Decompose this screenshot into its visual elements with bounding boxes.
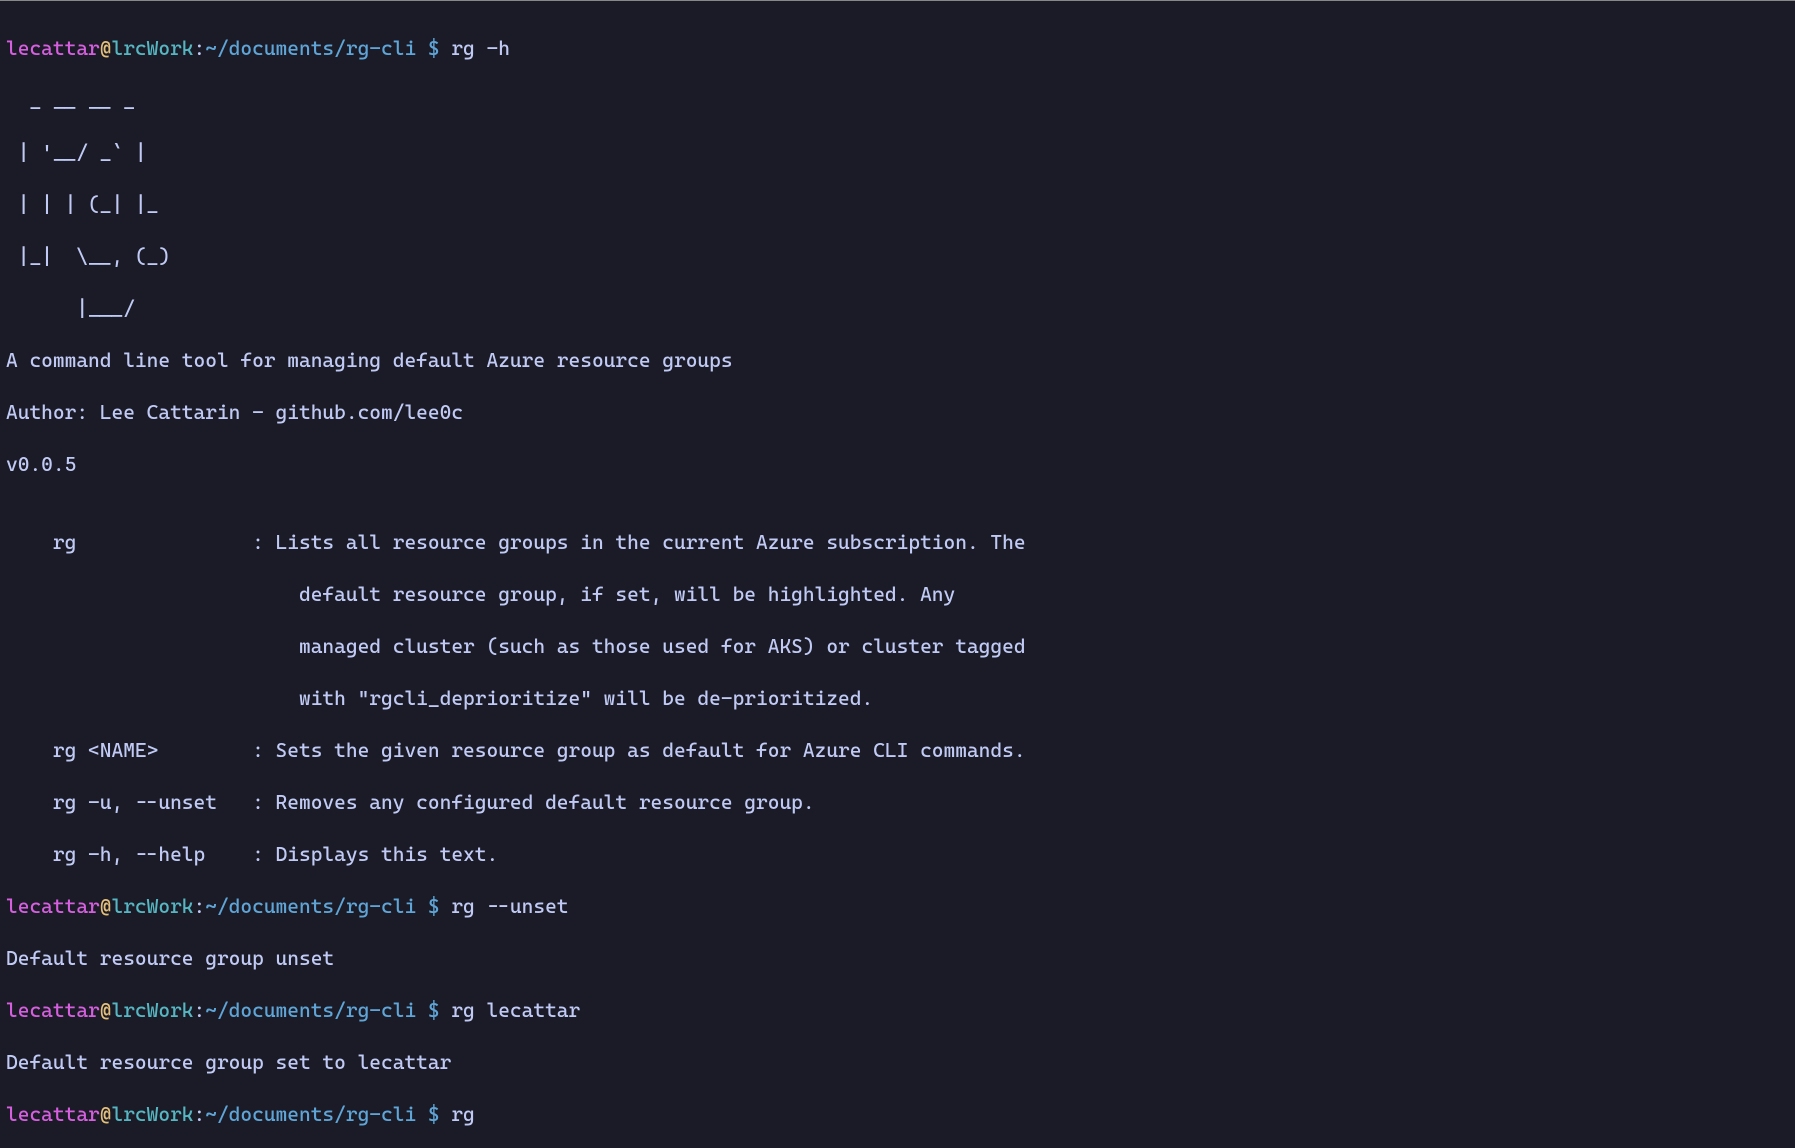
prompt-path: ~/documents/rg-cli <box>205 36 416 60</box>
command-rg-list: rg <box>451 1102 474 1126</box>
help-usage-line: rg <NAME> : Sets the given resource grou… <box>6 737 1789 763</box>
ascii-art-line: | | | (_| |_ <box>6 191 1789 217</box>
help-author: Author: Lee Cattarin - github.com/lee0c <box>6 399 1789 425</box>
output-set: Default resource group set to lecattar <box>6 1049 1789 1075</box>
help-version: v0.0.5 <box>6 451 1789 477</box>
help-usage-line: with "rgcli_deprioritize" will be de-pri… <box>6 685 1789 711</box>
prompt-at: @ <box>100 36 112 60</box>
help-usage-line: default resource group, if set, will be … <box>6 581 1789 607</box>
help-usage-line: rg : Lists all resource groups in the cu… <box>6 529 1789 555</box>
prompt-dollar: $ <box>416 36 451 60</box>
command-rg-help: rg -h <box>451 36 510 60</box>
help-usage-line: rg -u, --unset : Removes any configured … <box>6 789 1789 815</box>
ascii-art-line: |_| \__, (_) <box>6 243 1789 269</box>
ascii-art-line: | '__/ _` | <box>6 139 1789 165</box>
command-rg-set-lecattar: rg lecattar <box>451 998 580 1022</box>
help-description: A command line tool for managing default… <box>6 347 1789 373</box>
prompt-colon: : <box>194 36 206 60</box>
prompt-line-3: lecattar@lrcWork:~/documents/rg-cli $ rg… <box>6 997 1789 1023</box>
help-usage-line: rg -h, --help : Displays this text. <box>6 841 1789 867</box>
help-usage-line: managed cluster (such as those used for … <box>6 633 1789 659</box>
prompt-user: lecattar <box>6 36 100 60</box>
ascii-art-line: |___/ <box>6 295 1789 321</box>
terminal-window[interactable]: lecattar@lrcWork:~/documents/rg-cli $ rg… <box>0 0 1795 1148</box>
prompt-host: lrcWork <box>111 36 193 60</box>
output-unset: Default resource group unset <box>6 945 1789 971</box>
prompt-line-2: lecattar@lrcWork:~/documents/rg-cli $ rg… <box>6 893 1789 919</box>
prompt-line-1: lecattar@lrcWork:~/documents/rg-cli $ rg… <box>6 35 1789 61</box>
prompt-line-4: lecattar@lrcWork:~/documents/rg-cli $ rg <box>6 1101 1789 1127</box>
ascii-art-line: _ __ __ _ <box>6 87 1789 113</box>
command-rg-unset: rg --unset <box>451 894 568 918</box>
